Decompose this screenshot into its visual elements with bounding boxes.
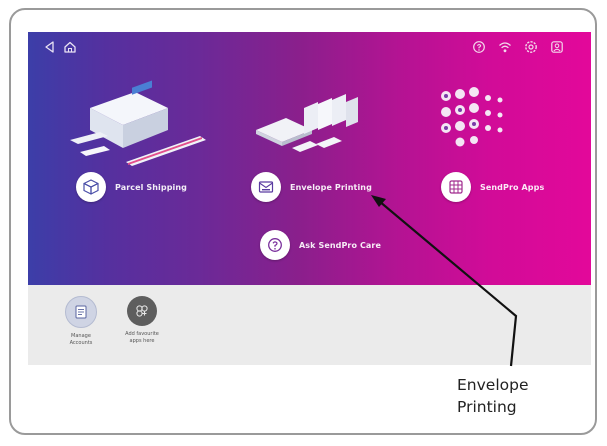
- manage-accounts-app[interactable]: Manage Accounts: [53, 296, 109, 347]
- envelope-printing-label: Envelope Printing: [290, 182, 372, 192]
- home-screen: Parcel Shipping Envelope Printing SendPr…: [28, 32, 591, 285]
- app-dock: Manage Accounts Add favourite apps here: [28, 285, 591, 365]
- parcel-shipping-tile[interactable]: Parcel Shipping: [76, 172, 187, 202]
- envelope-printer-icon: [251, 172, 281, 202]
- help-circle-icon: [260, 230, 290, 260]
- envelope-printing-illustration: [256, 94, 358, 152]
- envelope-printing-tile[interactable]: Envelope Printing: [251, 172, 372, 202]
- account-icon[interactable]: [549, 39, 565, 55]
- back-icon[interactable]: [42, 39, 58, 55]
- sendpro-apps-illustration: [441, 87, 503, 147]
- package-icon: [76, 172, 106, 202]
- settings-icon[interactable]: [523, 39, 539, 55]
- sendpro-apps-tile[interactable]: SendPro Apps: [441, 172, 544, 202]
- sendpro-apps-label: SendPro Apps: [480, 182, 545, 192]
- home-icon[interactable]: [62, 39, 78, 55]
- manage-accounts-label: Manage Accounts: [69, 333, 93, 346]
- parcel-shipping-illustration: [70, 80, 206, 166]
- parcel-shipping-label: Parcel Shipping: [115, 182, 188, 192]
- add-favourite-app[interactable]: Add favourite apps here: [114, 296, 170, 345]
- callout-label: Envelope Printing: [457, 376, 529, 416]
- ask-sendpro-care-tile[interactable]: Ask SendPro Care: [260, 230, 381, 260]
- wifi-icon[interactable]: [497, 39, 513, 55]
- apps-grid-icon: [441, 172, 471, 202]
- ask-sendpro-care-label: Ask SendPro Care: [299, 240, 381, 250]
- accounts-icon: [65, 296, 97, 328]
- favorites-icon: [127, 296, 157, 326]
- add-favourite-label: Add favourite apps here: [125, 331, 159, 344]
- help-icon[interactable]: [471, 39, 487, 55]
